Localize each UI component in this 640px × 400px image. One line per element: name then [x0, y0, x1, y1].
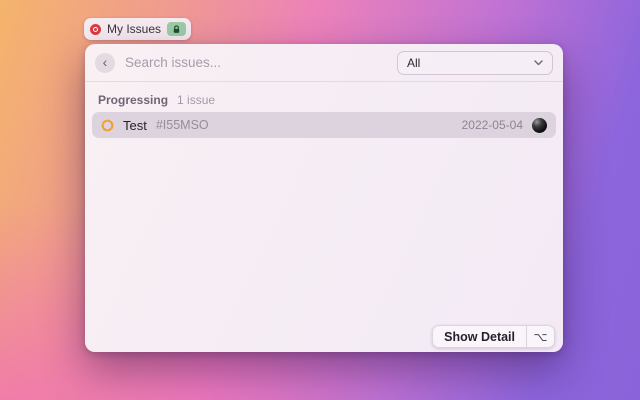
- chevron-down-icon: [534, 60, 543, 66]
- search-input[interactable]: [125, 55, 397, 70]
- issue-list-item[interactable]: Test #I55MSO 2022-05-04: [92, 112, 556, 138]
- user-avatar: [532, 118, 547, 133]
- app-window: ‹ All Progressing 1 issue Test #I55MSO 2…: [85, 44, 563, 352]
- lock-icon: [167, 22, 186, 36]
- back-button[interactable]: ‹: [95, 53, 115, 73]
- section-title: Progressing: [98, 93, 168, 107]
- issue-date: 2022-05-04: [462, 118, 523, 132]
- issue-id: #I55MSO: [156, 118, 209, 132]
- tab-label: My Issues: [107, 22, 161, 36]
- shortcut-key-icon: ⌥: [527, 326, 554, 347]
- show-detail-label: Show Detail: [433, 326, 527, 347]
- in-progress-circle-icon: [101, 119, 114, 132]
- back-chevron-icon: ‹: [103, 53, 108, 71]
- filter-dropdown[interactable]: All: [397, 51, 553, 75]
- my-issues-tab[interactable]: My Issues: [84, 18, 191, 40]
- section-count: 1 issue: [177, 93, 215, 107]
- section-header: Progressing 1 issue: [98, 93, 550, 107]
- issue-app-icon: [90, 24, 101, 35]
- show-detail-button[interactable]: Show Detail ⌥: [432, 325, 555, 348]
- filter-selected-value: All: [407, 56, 420, 70]
- search-bar: ‹ All: [85, 44, 563, 82]
- issue-title: Test: [123, 118, 147, 133]
